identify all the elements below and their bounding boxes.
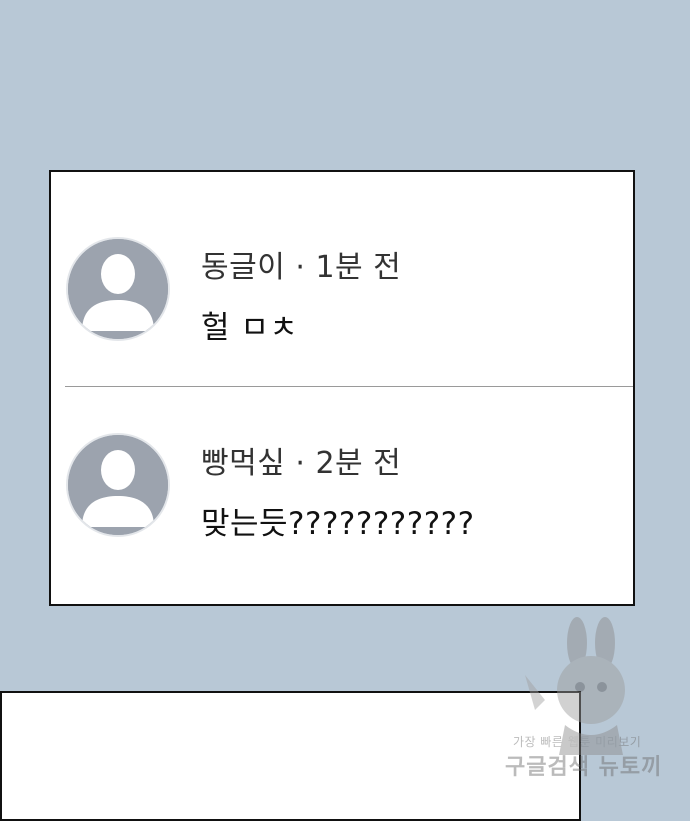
comment-time: 2분 전	[315, 446, 402, 481]
comment-text: 헐 ㅁㅊ	[201, 310, 299, 346]
comment-divider	[65, 386, 633, 387]
comment-item: 동글이 · 1분 전 헐 ㅁㅊ	[51, 212, 633, 402]
comment-time: 1분 전	[315, 250, 402, 285]
meta-separator: ·	[295, 446, 306, 481]
comment-meta: 빵먹싶 · 2분 전	[201, 438, 401, 482]
comment-text: 맞는듯???????????	[201, 506, 475, 542]
comment-author[interactable]: 빵먹싶	[201, 446, 285, 481]
watermark-line1: 가장 빠른 웹툰 미리보기	[513, 735, 642, 749]
comment-meta: 동글이 · 1분 전	[201, 242, 401, 286]
meta-separator: ·	[295, 250, 306, 285]
comment-card: 동글이 · 1분 전 헐 ㅁㅊ 빵먹싶 · 2분 전 맞는듯??????????…	[49, 170, 635, 606]
avatar-placeholder-icon[interactable]	[66, 433, 170, 537]
watermark-line2: 구글검색 뉴토끼	[505, 755, 663, 780]
comment-author[interactable]: 동글이	[201, 250, 285, 285]
avatar-placeholder-icon[interactable]	[66, 237, 170, 341]
comment-item: 빵먹싶 · 2분 전 맞는듯???????????	[51, 408, 633, 598]
watermark: 가장 빠른 웹툰 미리보기 구글검색 뉴토끼	[505, 615, 675, 785]
next-comment-card	[0, 691, 581, 821]
